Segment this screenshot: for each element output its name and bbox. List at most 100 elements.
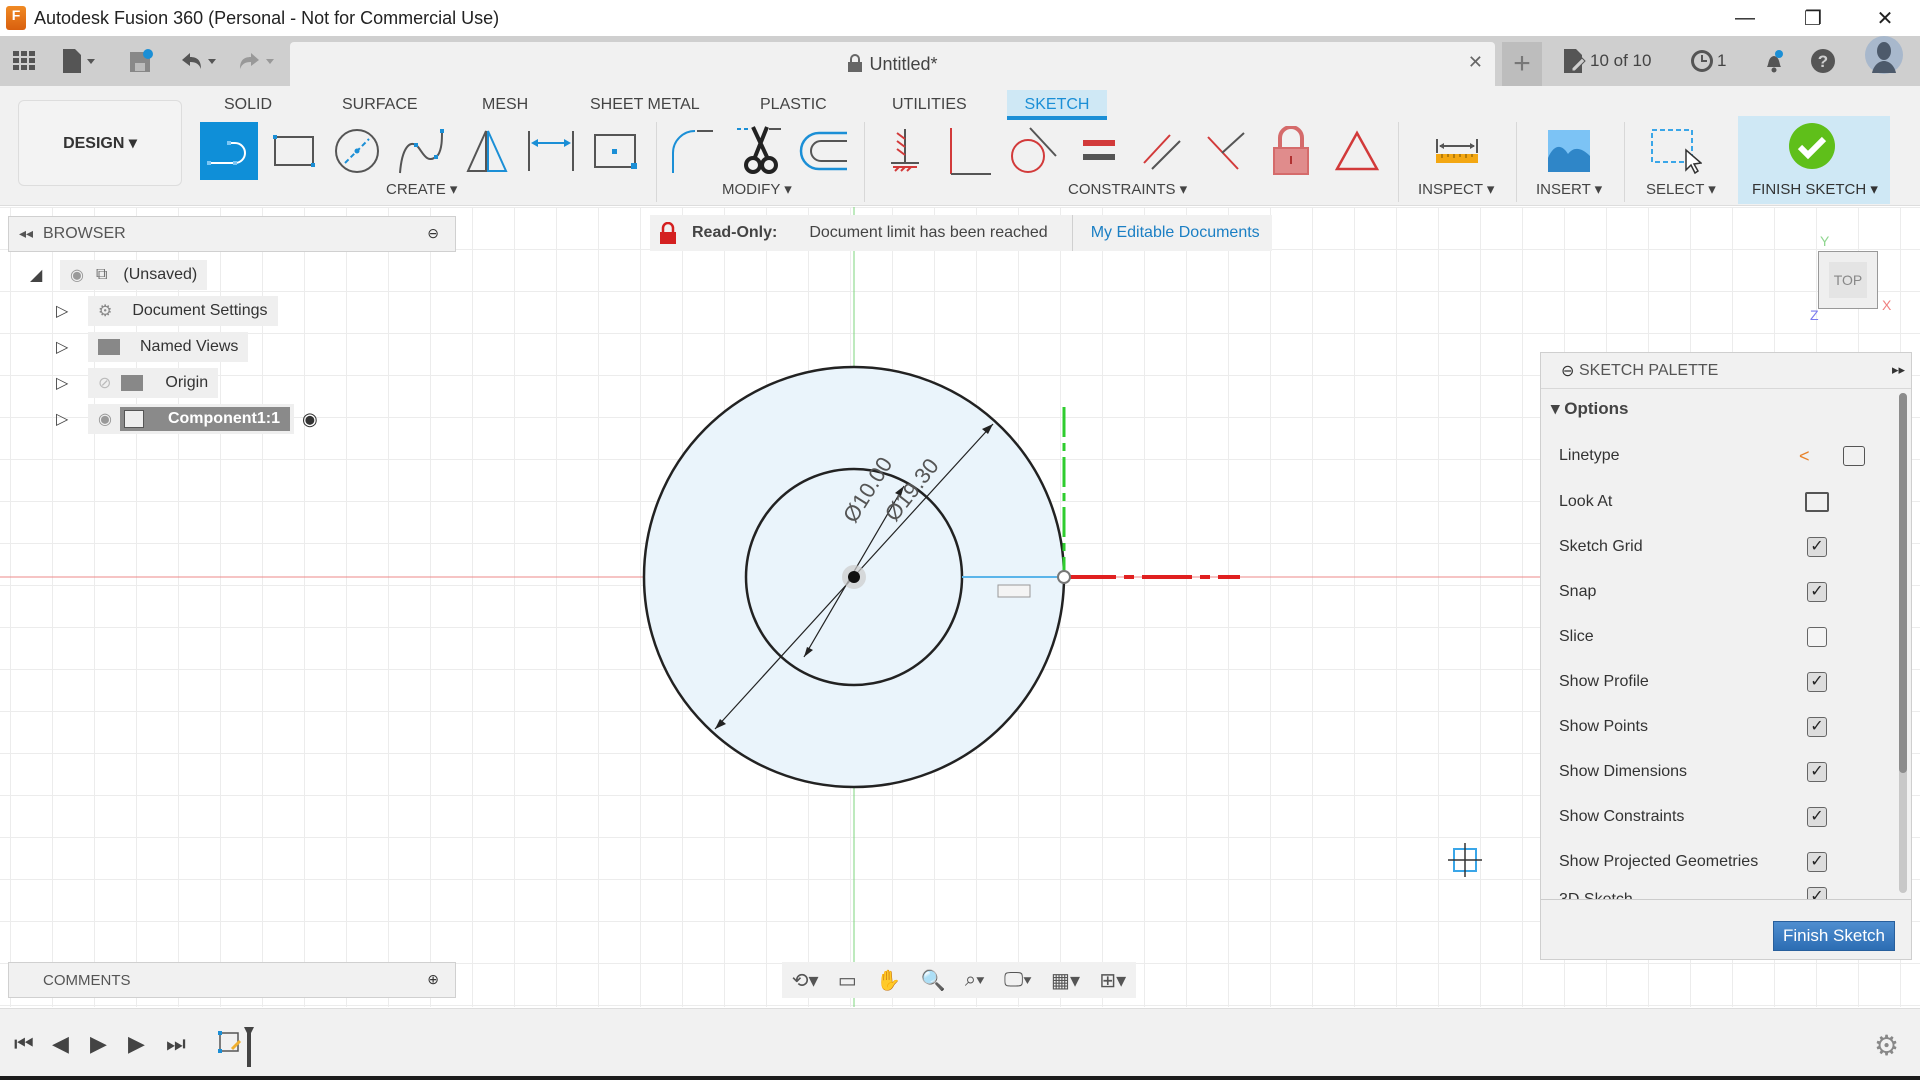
tab-solid[interactable]: SOLID (212, 90, 284, 120)
equal-tool[interactable] (1070, 122, 1128, 180)
view-cube[interactable]: TOP (1818, 251, 1878, 309)
viewports-icon[interactable]: ⊞▾ (1099, 968, 1126, 993)
collapse-browser-icon[interactable]: ◂◂ (19, 225, 33, 242)
browser-minimize-icon[interactable]: ⊖ (427, 225, 439, 242)
pan-hand-icon[interactable]: ✋ (876, 968, 901, 993)
tab-surface[interactable]: SURFACE (330, 90, 430, 120)
parallel-tool[interactable] (1134, 122, 1192, 180)
expand-arrow-icon[interactable]: ▷ (56, 337, 88, 357)
tab-mesh[interactable]: MESH (470, 90, 540, 120)
tree-item-document-settings[interactable]: ▷ ⚙ Document Settings (56, 296, 278, 326)
3d-sketch-checkbox[interactable]: ✓ (1807, 887, 1827, 899)
insert-menu[interactable]: INSERT ▾ (1536, 180, 1602, 198)
palette-header[interactable]: ⊖ SKETCH PALETTE ▸▸ (1541, 353, 1911, 389)
save-icon[interactable] (128, 46, 154, 76)
spline-tool[interactable] (392, 122, 450, 180)
palette-scrollbar[interactable] (1899, 393, 1907, 893)
maximize-button[interactable]: ❐ (1784, 0, 1842, 36)
close-tab-button[interactable]: ✕ (1468, 52, 1483, 73)
view-cube-top-face[interactable]: TOP (1829, 262, 1867, 298)
rectangle-tool[interactable] (264, 122, 322, 180)
modify-menu[interactable]: MODIFY ▾ (722, 180, 792, 198)
visibility-eye-icon[interactable]: ◉ (70, 265, 84, 285)
comments-panel[interactable]: COMMENTS ⊕ (8, 962, 456, 998)
hidden-eye-icon[interactable]: ⊘ (98, 373, 111, 393)
tree-item-origin[interactable]: ▷ ⊘ Origin (56, 368, 219, 398)
inspect-menu[interactable]: INSPECT ▾ (1418, 180, 1494, 198)
offset-tool[interactable] (796, 122, 854, 180)
help-icon[interactable]: ? (1810, 46, 1836, 76)
mirror-tool[interactable] (458, 122, 516, 180)
show-points-checkbox[interactable]: ✓ (1807, 717, 1827, 737)
options-section-header[interactable]: ▾ Options (1551, 399, 1628, 419)
fit-icon[interactable]: ⌕▾ (965, 969, 985, 992)
tangent-tool[interactable] (1004, 122, 1062, 180)
look-at-icon[interactable]: ▭ (838, 968, 857, 993)
show-constraints-checkbox[interactable]: ✓ (1807, 807, 1827, 827)
tab-utilities[interactable]: UTILITIES (880, 90, 979, 120)
expand-arrow-icon[interactable]: ▷ (56, 373, 88, 393)
show-profile-checkbox[interactable]: ✓ (1807, 672, 1827, 692)
tab-plastic[interactable]: PLASTIC (748, 90, 839, 120)
undo-icon[interactable] (178, 46, 218, 76)
play-icon[interactable]: ▶ (90, 1031, 107, 1057)
activate-component-radio[interactable]: ◉ (302, 409, 318, 430)
user-avatar[interactable] (1864, 36, 1904, 74)
palette-minimize-icon[interactable]: ⊖ (1561, 361, 1574, 381)
coincident-tool[interactable] (876, 122, 934, 180)
minimize-button[interactable]: — (1716, 0, 1774, 36)
construction-linetype-icon[interactable]: < (1799, 446, 1810, 467)
centerline-linetype-icon[interactable] (1843, 446, 1865, 466)
line-tool[interactable] (200, 122, 258, 180)
tree-item-named-views[interactable]: ▷ Named Views (56, 332, 249, 362)
tree-item-root[interactable]: ◢ ◉ ⧉ (Unsaved) (30, 260, 208, 290)
document-tab[interactable]: Untitled* ✕ (290, 42, 1495, 86)
browser-panel-header[interactable]: ◂◂ BROWSER ⊖ (8, 216, 456, 252)
symmetry-tool[interactable] (1328, 122, 1386, 180)
document-count[interactable]: 10 of 10 (1562, 46, 1651, 76)
select-menu[interactable]: SELECT ▾ (1646, 180, 1716, 198)
circle-tool[interactable] (328, 122, 386, 180)
slice-checkbox[interactable] (1807, 627, 1827, 647)
tab-sheet-metal[interactable]: SHEET METAL (578, 90, 712, 120)
show-projected-geometries-checkbox[interactable]: ✓ (1807, 852, 1827, 872)
point-tool[interactable] (586, 122, 644, 180)
visibility-eye-icon[interactable]: ◉ (98, 409, 112, 429)
measure-tool[interactable] (1428, 122, 1486, 180)
job-status[interactable]: 1 (1690, 46, 1726, 76)
notifications-bell-icon[interactable] (1762, 46, 1786, 76)
sketch-grid-checkbox[interactable]: ✓ (1807, 537, 1827, 557)
step-forward-icon[interactable]: ▶ (128, 1031, 145, 1057)
look-at-icon[interactable] (1805, 492, 1829, 512)
go-to-end-icon[interactable]: ⏭ (166, 1031, 186, 1057)
close-window-button[interactable]: ✕ (1856, 0, 1914, 36)
expand-arrow-icon[interactable]: ▷ (56, 409, 88, 429)
finish-sketch-check-icon[interactable] (1788, 122, 1836, 175)
perpendicular-constraint-tool[interactable] (1198, 122, 1256, 180)
fillet-tool[interactable] (666, 122, 724, 180)
sketch-timeline-feature-icon[interactable] (216, 1021, 260, 1069)
perpendicular-tool[interactable] (940, 122, 998, 180)
finish-sketch-group[interactable]: FINISH SKETCH ▾ (1738, 116, 1890, 204)
tree-item-component[interactable]: ▷ ◉ Component1:1 ◉ (56, 404, 318, 434)
redo-icon[interactable] (236, 46, 276, 76)
data-panel-grid-icon[interactable] (12, 46, 36, 76)
insert-image-tool[interactable] (1540, 122, 1598, 180)
my-editable-documents-link[interactable]: My Editable Documents (1091, 224, 1260, 242)
expand-triangle-icon[interactable]: ◢ (30, 265, 60, 285)
create-menu[interactable]: CREATE ▾ (386, 180, 457, 198)
dimension-tool[interactable] (522, 122, 580, 180)
snap-checkbox[interactable]: ✓ (1807, 582, 1827, 602)
add-comment-icon[interactable]: ⊕ (427, 971, 439, 988)
file-menu-icon[interactable] (60, 46, 96, 76)
grid-settings-icon[interactable]: ▦▾ (1051, 968, 1080, 993)
workspace-switcher[interactable]: DESIGN ▾ (18, 100, 182, 186)
go-to-start-icon[interactable]: ⏮ (14, 1031, 34, 1057)
orbit-icon[interactable]: ⟲▾ (792, 968, 819, 993)
palette-expand-icon[interactable]: ▸▸ (1892, 362, 1905, 378)
step-back-icon[interactable]: ◀ (52, 1031, 69, 1057)
fix-tool[interactable] (1262, 122, 1320, 180)
trim-tool[interactable] (730, 122, 788, 180)
constraints-menu[interactable]: CONSTRAINTS ▾ (1068, 180, 1187, 198)
select-tool[interactable] (1646, 122, 1704, 180)
